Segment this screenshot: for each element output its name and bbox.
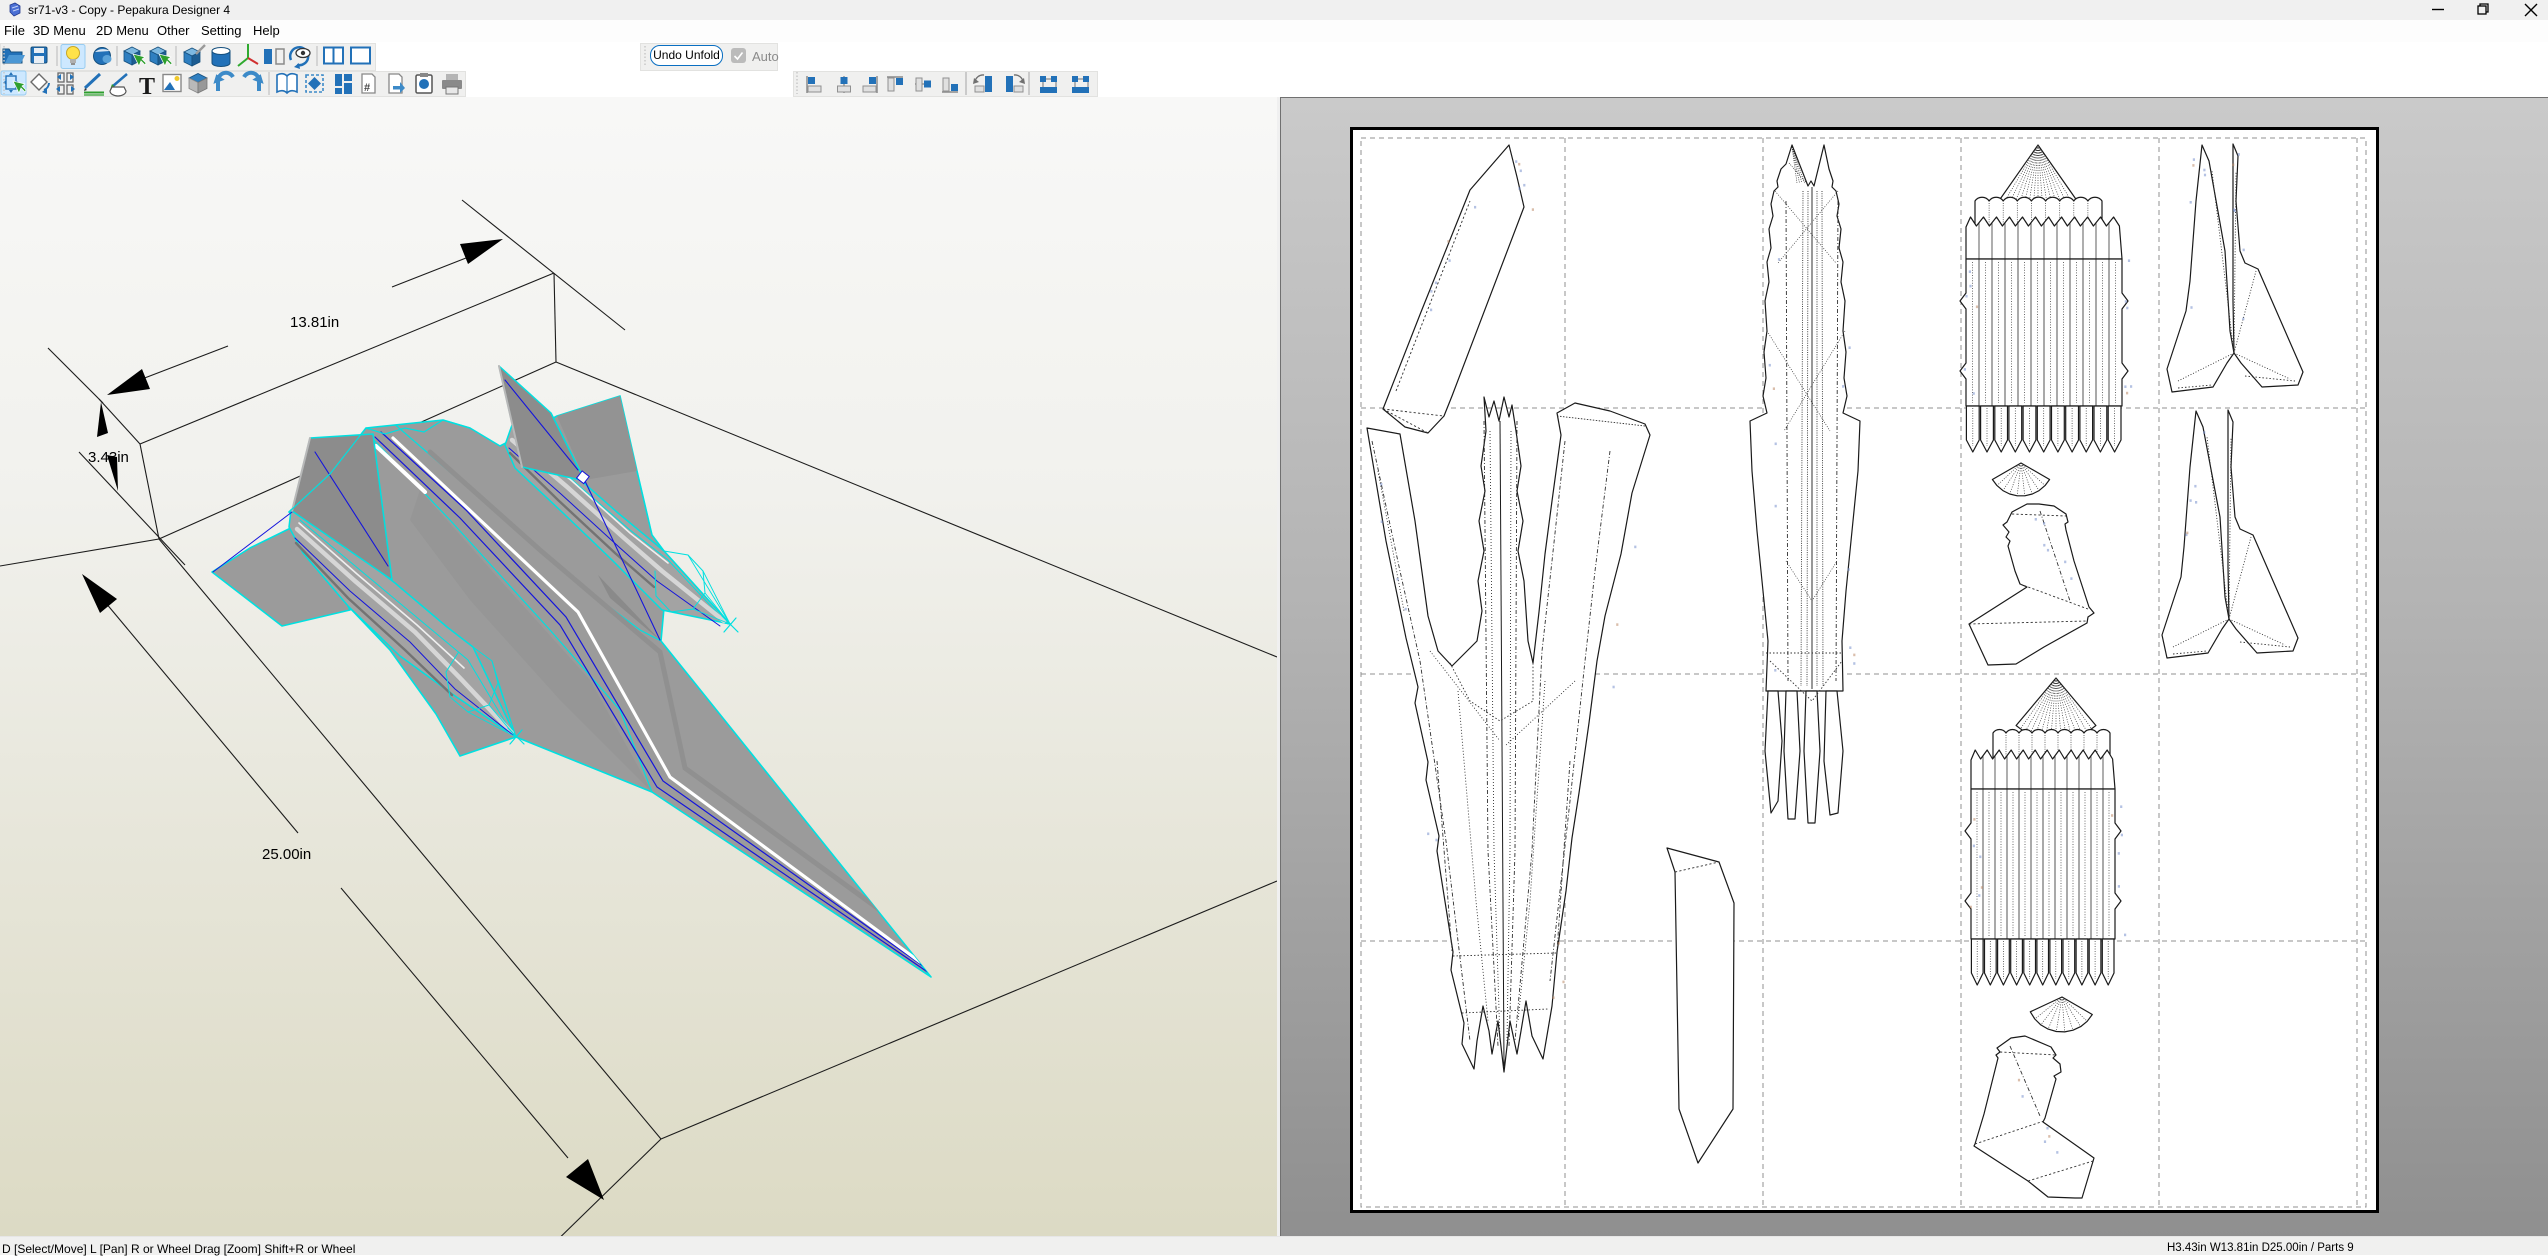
svg-text:3.43in: 3.43in bbox=[88, 449, 129, 466]
svg-text:13.81in: 13.81in bbox=[290, 314, 339, 331]
svg-text:#: # bbox=[364, 82, 370, 94]
svg-text:T: T bbox=[139, 74, 155, 97]
svg-text:25.00in: 25.00in bbox=[262, 846, 311, 863]
